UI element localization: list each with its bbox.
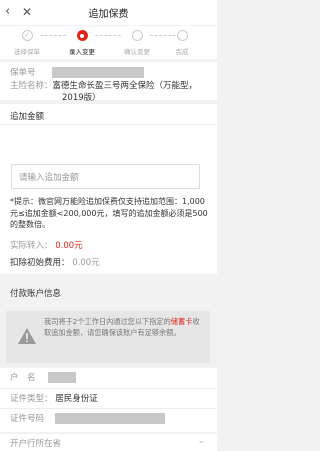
divider — [0, 388, 217, 389]
close-icon[interactable]: ✕ — [22, 5, 32, 19]
holder-row: 户 名 — [10, 372, 211, 384]
policy-name-label: 主险名称： — [10, 81, 53, 91]
id-type-row: 证件类型： 居民身份证 — [10, 393, 211, 405]
holder-masked — [48, 372, 77, 383]
page-title: 追加保费 — [88, 9, 129, 20]
hint-prefix: *提示： — [10, 197, 38, 206]
hint-text: 微官网万能险追加保费仅支持追加范围：1,000元≤追加金额<200,000元，填… — [10, 197, 208, 229]
payment-notice-text: 我司将于2个工作日内通过您以下指定的储蓄卡收取追加金额，请您确保该账户有足够余额… — [44, 316, 204, 338]
policy-name-value: 富德生命长盈三号两全保险（万能型，2019版） — [52, 81, 198, 103]
id-number-label: 证件号码 — [10, 414, 45, 424]
policy-card: 保单号 主险名称：富德生命长盈三号两全保险（万能型，2019版） — [0, 62, 217, 103]
id-number-row: 证件号码 — [10, 413, 211, 425]
amount-hint: *提示：微官网万能险追加保费仅支持追加范围：1,000元≤追加金额<200,00… — [10, 196, 208, 231]
account-card: 户 名 证件类型： 居民身份证 证件号码 — [0, 368, 217, 432]
payment-section-title: 付款账户信息 — [10, 289, 62, 299]
initial-fee-label: 扣除初始费用： — [10, 258, 70, 268]
policy-name-row: 主险名称：富德生命长盈三号两全保险（万能型，2019版） — [10, 80, 211, 104]
initial-fee-value: 0.00元 — [72, 258, 100, 268]
actual-transfer-row: 实际转入： 0.00元 — [10, 240, 211, 252]
policy-number-label: 保单号 — [10, 68, 36, 78]
payment-notice: 我司将于2个工作日内通过您以下指定的储蓄卡收取追加金额，请您确保该账户有足够余额… — [6, 311, 210, 363]
step-enter-change: 录入变更 — [57, 30, 107, 56]
policy-number-masked — [52, 67, 145, 78]
policy-number-row: 保单号 — [10, 67, 211, 79]
chevron-left-icon[interactable]: ‹ — [5, 5, 10, 19]
bank-province-select[interactable]: 开户行所在省 ⌄ — [0, 434, 217, 451]
id-type-label: 证件类型： — [10, 394, 53, 404]
notice-part1: 我司将于2个工作日内通过您以下指定的 — [44, 317, 171, 326]
chevron-down-icon: ⌄ — [197, 436, 205, 446]
step-label: 确认变更 — [124, 48, 150, 56]
id-number-masked — [54, 413, 165, 424]
initial-fee-row: 扣除初始费用： 0.00元 — [10, 257, 211, 269]
amount-section-title: 追加金额 — [10, 112, 45, 122]
amount-input-placeholder: 请输入追加金额 — [19, 173, 79, 183]
progress-steps: ✓ 选择保单 录入变更 确认变更 完成 — [0, 26, 217, 59]
warning-icon — [18, 328, 36, 344]
divider — [0, 408, 217, 409]
pending-step-icon — [131, 30, 143, 41]
step-complete: 完成 — [157, 30, 207, 56]
step-confirm-change: 确认变更 — [112, 30, 162, 56]
step-select-policy: ✓ 选择保单 — [2, 30, 52, 56]
check-icon: ✓ — [21, 30, 33, 41]
amount-card: 追加金额 请输入追加金额 *提示：微官网万能险追加保费仅支持追加范围：1,000… — [0, 104, 217, 274]
amount-input[interactable]: 请输入追加金额 — [11, 164, 200, 189]
actual-transfer-label: 实际转入： — [10, 241, 53, 251]
step-label: 录入变更 — [69, 48, 95, 56]
bank-province-label: 开户行所在省 — [10, 439, 62, 449]
holder-label: 户 名 — [10, 373, 36, 383]
notice-highlight: 储蓄卡 — [170, 317, 193, 326]
pending-step-icon — [176, 30, 188, 41]
current-step-icon — [76, 30, 88, 41]
step-label: 完成 — [175, 48, 189, 56]
actual-transfer-value: 0.00元 — [55, 241, 83, 251]
divider — [0, 124, 217, 125]
header-bar: ‹ ✕ 追加保费 — [0, 0, 217, 25]
step-label: 选择保单 — [14, 48, 40, 56]
id-type-value: 居民身份证 — [55, 394, 98, 404]
